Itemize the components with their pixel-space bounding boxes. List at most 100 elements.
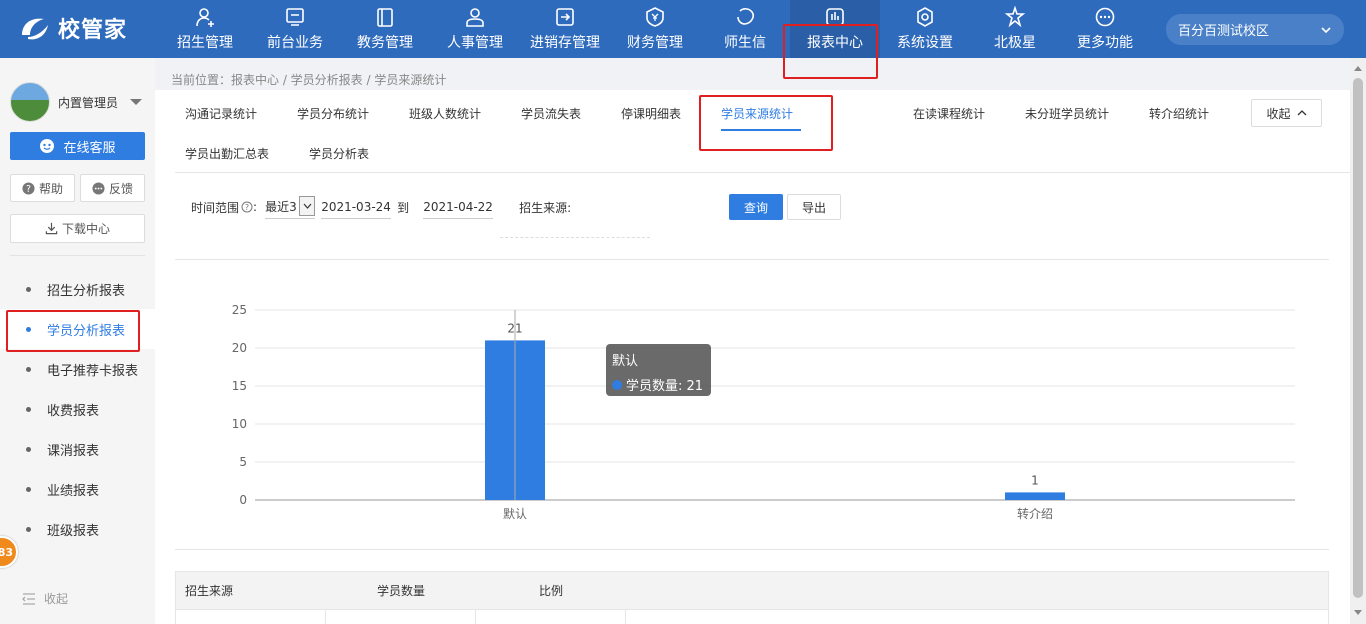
y-tick-label: 20 <box>232 341 247 355</box>
nav-item-label: 系统设置 <box>897 35 953 51</box>
main-panel: 沟通记录统计 学员分布统计 班级人数统计 学员流失表 停课明细表 学员来源统计 在读课程统计… <box>155 90 1350 624</box>
report-tab-label: 学员分布统计 <box>297 106 370 121</box>
source-table: 招生来源 学员数量 比例 <box>175 571 1329 624</box>
source-label: 招生来源: <box>519 200 572 215</box>
sidebar-menu-item[interactable]: 电子推荐卡报表 <box>0 349 155 389</box>
download-center-label: 下载中心 <box>61 222 110 236</box>
yen-shield-icon <box>644 6 666 28</box>
report-tab-label: 班级人数统计 <box>409 106 482 121</box>
report-tab-label: 在读课程统计 <box>913 106 986 121</box>
campus-selector[interactable]: 百分百测试校区 <box>1166 14 1344 45</box>
tooltip-title: 默认 <box>612 354 639 369</box>
download-center-button[interactable]: 下载中心 <box>10 214 145 243</box>
sidebar-menu-item[interactable]: 课消报表 <box>0 429 155 469</box>
breadcrumb: 当前位置：报表中心 / 学员分析报表 / 学员来源统计 <box>171 73 447 87</box>
chart-divider <box>175 549 1329 550</box>
export-button[interactable]: 导出 <box>787 194 841 220</box>
svg-text:?: ? <box>245 203 249 212</box>
chevron-down-icon <box>1321 26 1331 33</box>
user-profile[interactable]: 内置管理员 <box>10 82 143 122</box>
nav-item-label: 进销存管理 <box>530 35 600 51</box>
y-tick-label: 5 <box>239 455 247 469</box>
bullet-icon <box>26 366 31 372</box>
help-button[interactable]: ? 帮助 <box>10 174 75 202</box>
sidebar-menu-item[interactable]: 业绩报表 <box>0 469 155 509</box>
chat-icon <box>734 6 756 28</box>
nav-item-3[interactable]: 人事管理 <box>430 0 520 58</box>
table-header: 招生来源 学员数量 比例 <box>176 572 1328 610</box>
bullet-icon <box>26 406 31 412</box>
svg-text:?: ? <box>26 183 31 194</box>
highlight-source-tab <box>699 95 833 151</box>
highlight-student-analysis <box>6 310 140 352</box>
nav-item-label: 前台业务 <box>267 35 323 51</box>
report-tab-label: 学员流失表 <box>521 106 582 121</box>
bullet-icon <box>26 446 31 452</box>
bar-value-label: 1 <box>1031 473 1039 487</box>
nav-item-6[interactable]: 师生信 <box>700 0 790 58</box>
inventory-icon <box>554 6 576 28</box>
end-date-input[interactable]: 2021-04-22 <box>423 195 494 219</box>
col-header-ratio[interactable]: 比例 <box>539 582 563 599</box>
nav-item-label: 招生管理 <box>177 35 233 51</box>
chart-bar[interactable] <box>1005 492 1065 500</box>
x-category-label: 默认 <box>503 506 527 521</box>
nav-item-10[interactable]: 更多功能 <box>1060 0 1150 58</box>
book-icon <box>374 6 396 28</box>
time-range-label: 时间范围 <box>191 200 240 215</box>
sidebar-menu-item[interactable]: 班级报表 <box>0 509 155 549</box>
logo-icon <box>18 13 52 43</box>
help-circle-icon[interactable]: ? <box>241 201 253 213</box>
sidebar-collapse-button[interactable]: 收起 <box>22 590 68 607</box>
col-header-count[interactable]: 学员数量 <box>377 582 539 599</box>
collapse-tabs-button[interactable]: 收起 <box>1251 99 1322 127</box>
nav-item-9[interactable]: 北极星 <box>970 0 1060 58</box>
tooltip-value: 学员数量: 21 <box>626 379 704 394</box>
headset-icon <box>40 139 55 153</box>
query-button[interactable]: 查询 <box>729 194 783 220</box>
nav-item-0[interactable]: 招生管理 <box>160 0 250 58</box>
series-color-dot <box>612 379 622 390</box>
help-label: 帮助 <box>38 181 63 196</box>
nav-item-1[interactable]: 前台业务 <box>250 0 340 58</box>
y-tick-label: 0 <box>239 493 247 507</box>
highlight-report-center <box>783 24 878 79</box>
chart-tooltip: 默认 学员数量: 21 <box>606 344 711 396</box>
table-cell <box>326 610 476 624</box>
sidebar-menu-item[interactable]: 收费报表 <box>0 389 155 429</box>
nav-item-4[interactable]: 进销存管理 <box>520 0 610 58</box>
sidebar-collapse-label: 收起 <box>44 592 69 606</box>
report-tab-label: 转介绍统计 <box>1149 106 1210 121</box>
time-range-select[interactable]: 最近3 <box>265 195 316 219</box>
tabs-divider <box>175 172 1350 173</box>
bullet-icon <box>26 286 31 292</box>
report-tab-label: 学员出勤汇总表 <box>185 146 270 161</box>
feedback-button[interactable]: 反馈 <box>80 174 145 202</box>
scroll-up-icon[interactable] <box>1354 66 1362 71</box>
collapse-menu-icon <box>22 592 35 605</box>
page-scrollbar[interactable] <box>1350 58 1366 624</box>
start-date-input[interactable]: 2021-03-24 <box>321 195 392 219</box>
source-select[interactable] <box>500 237 650 238</box>
col-header-source[interactable]: 招生来源 <box>185 582 377 599</box>
y-tick-label: 10 <box>232 417 247 431</box>
help-icon: ? <box>22 181 35 194</box>
download-icon <box>45 222 58 235</box>
nav-item-2[interactable]: 教务管理 <box>340 0 430 58</box>
sidebar-menu-item[interactable]: 招生分析报表 <box>0 269 155 309</box>
star-icon <box>1004 5 1026 28</box>
nav-item-8[interactable]: 系统设置 <box>880 0 970 58</box>
person-icon <box>464 6 486 28</box>
nav-item-label: 财务管理 <box>627 35 683 51</box>
campus-name: 百分百测试校区 <box>1178 24 1270 39</box>
scroll-thumb[interactable] <box>1353 78 1363 598</box>
scroll-down-icon[interactable] <box>1354 610 1362 615</box>
online-service-button[interactable]: 在线客服 <box>10 132 145 160</box>
nav-item-5[interactable]: 财务管理 <box>610 0 700 58</box>
nav-item-label: 更多功能 <box>1077 35 1133 51</box>
logo[interactable]: 校管家 <box>18 12 127 44</box>
student-source-chart: 051015202521默认1转介绍 <box>232 303 1295 521</box>
top-nav-bar: 校管家 招生管理 前台业务 教务管理 人事管理 进销存管理 财务管理 师生信 报表中心 系统设置… <box>0 0 1366 58</box>
feedback-label: 反馈 <box>108 181 133 196</box>
x-category-label: 转介绍 <box>1017 506 1053 521</box>
